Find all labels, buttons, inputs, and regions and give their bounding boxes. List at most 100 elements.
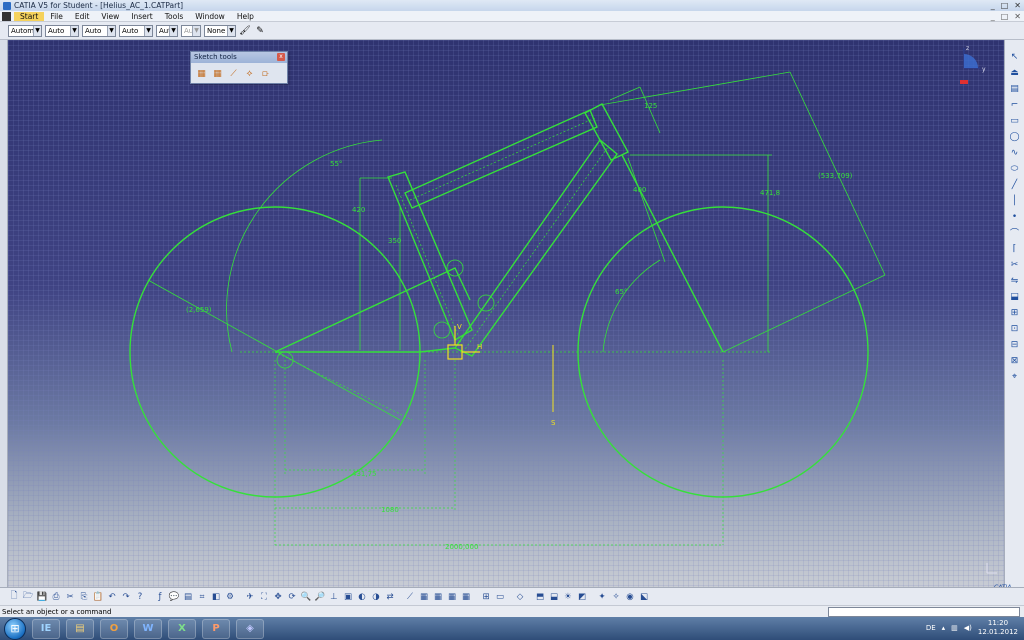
menu-file[interactable]: File [44, 12, 69, 21]
shading-icon[interactable]: ◐ [356, 591, 368, 603]
axis-icon[interactable]: │ [1008, 194, 1022, 207]
menu-view[interactable]: View [95, 12, 125, 21]
exit-workbench-icon[interactable]: ⏏ [1008, 66, 1022, 79]
auto-constraint-icon[interactable]: ⊡ [1008, 322, 1022, 335]
tray-arrow-icon[interactable]: ▴ [942, 624, 946, 632]
taskbar-excel[interactable]: X [168, 618, 196, 639]
dim-400[interactable]: 400 [633, 186, 646, 194]
volume-icon[interactable]: ◀) [964, 624, 972, 632]
circle-icon[interactable]: ◯ [1008, 130, 1022, 143]
menu-help[interactable]: Help [231, 12, 260, 21]
sketch-analysis-icon[interactable]: ⌖ [1008, 370, 1022, 383]
new-file-icon[interactable]: 🗋 [8, 591, 20, 603]
maximize-button[interactable]: □ [1001, 1, 1009, 10]
zoom-in-icon[interactable]: 🔍 [300, 591, 312, 603]
sketch-origin[interactable] [447, 326, 554, 412]
sketch-tools-palette[interactable]: Sketch tools x ▦ ▦ ⟋ ⟡ ⟥ [190, 51, 288, 84]
fit-all-icon[interactable]: ⛶ [258, 591, 270, 603]
workbench-icon[interactable]: ◇ [514, 591, 526, 603]
rectangle-icon[interactable]: ▭ [1008, 114, 1022, 127]
grid-icon[interactable]: ▦ [195, 67, 208, 80]
dim-bottom-1[interactable]: 431,75 [352, 470, 377, 478]
material-icon[interactable]: ◧ [210, 591, 222, 603]
dim-bottom-2[interactable]: 1080 [381, 506, 399, 514]
color-select[interactable]: Autom ▼ [8, 24, 42, 37]
select-arrow-icon[interactable]: ↖ [1008, 50, 1022, 63]
painter-icon[interactable]: 🖌 [239, 25, 251, 37]
dim-bottom-3[interactable]: 2000,000 [445, 543, 478, 551]
snap-to-point-icon[interactable]: ▦ [211, 67, 224, 80]
line-icon[interactable]: ╱ [1008, 178, 1022, 191]
animate-constraint-icon[interactable]: ⊟ [1008, 338, 1022, 351]
clock[interactable]: 11:20 12.01.2012 [978, 619, 1018, 637]
catia-doc-icon[interactable] [2, 11, 11, 21]
fly-mode-icon[interactable]: ✈ [244, 591, 256, 603]
dim-420[interactable]: 420 [352, 206, 365, 214]
point-type-select[interactable]: Aut ▼ [156, 24, 178, 37]
dim-55[interactable]: 55° [330, 160, 342, 168]
measure-icon[interactable]: ⌗ [196, 591, 208, 603]
taskbar-catia[interactable]: ◈ [236, 618, 264, 639]
table-icon[interactable]: ▦ [418, 591, 430, 603]
menu-edit[interactable]: Edit [69, 12, 96, 21]
dimensional-constraints-icon[interactable]: ⟥ [259, 67, 272, 80]
menu-window[interactable]: Window [189, 12, 231, 21]
line-tool-icon[interactable]: ⟋ [404, 591, 416, 603]
doc-minimize-button[interactable]: _ [991, 12, 995, 21]
trim-icon[interactable]: ✂ [1008, 258, 1022, 271]
top-tube[interactable] [404, 109, 598, 209]
dim-2659[interactable]: (2,659) [186, 306, 212, 314]
transparency-select[interactable]: Auto ▼ [45, 24, 79, 37]
camera-icon[interactable]: ◉ [624, 591, 636, 603]
formula-icon[interactable]: ƒ [154, 591, 166, 603]
dim-65[interactable]: 65° [615, 288, 627, 296]
taskbar-internet-explorer[interactable]: IE [32, 618, 60, 639]
taskbar-word[interactable]: W [134, 618, 162, 639]
ellipse-icon[interactable]: ⬭ [1008, 162, 1022, 175]
down-tube[interactable] [453, 138, 618, 357]
layer-select[interactable]: None ▼ [204, 24, 236, 37]
start-button[interactable]: ⊞ [4, 617, 26, 640]
constraint-icon[interactable]: ⊞ [1008, 306, 1022, 319]
line-thickness-select[interactable]: Auto ▼ [82, 24, 116, 37]
doc-restore-button[interactable]: □ [1001, 12, 1009, 21]
palette-title[interactable]: Sketch tools x [191, 52, 287, 63]
apply-material-icon[interactable]: ⬒ [534, 591, 546, 603]
dim-471[interactable]: 471,8 [760, 189, 780, 197]
redo-icon[interactable]: ↷ [120, 591, 132, 603]
menu-insert[interactable]: Insert [125, 12, 159, 21]
normal-view-icon[interactable]: ⊥ [328, 591, 340, 603]
minimize-button[interactable]: _ [991, 1, 995, 10]
spline-icon[interactable]: ∿ [1008, 146, 1022, 159]
dim-350[interactable]: 350 [388, 237, 401, 245]
compass[interactable]: z y [950, 44, 990, 88]
seat-stay[interactable] [274, 267, 471, 353]
copy-icon[interactable]: ⎘ [78, 591, 90, 603]
pan-icon[interactable]: ✥ [272, 591, 284, 603]
mirror-icon[interactable]: ⇋ [1008, 274, 1022, 287]
macro-icon[interactable]: ⚙ [224, 591, 236, 603]
shooting-icon[interactable]: ⬕ [638, 591, 650, 603]
menu-start[interactable]: Start [14, 11, 45, 21]
network-icon[interactable]: ▥ [951, 624, 958, 632]
construction-element-icon[interactable]: ⟋ [227, 67, 240, 80]
whats-this-icon[interactable]: ? [134, 591, 146, 603]
menu-tools[interactable]: Tools [159, 12, 189, 21]
geometric-constraints-icon[interactable]: ⟡ [243, 67, 256, 80]
paste-icon[interactable]: 📋 [92, 591, 104, 603]
project-3d-icon[interactable]: ⬓ [1008, 290, 1022, 303]
corner-icon[interactable]: ⌒ [1008, 226, 1022, 239]
edit-multi-constraint-icon[interactable]: ⊠ [1008, 354, 1022, 367]
seat-tube[interactable] [387, 171, 473, 342]
taskbar-outlook[interactable]: O [100, 618, 128, 639]
sketch-plane-icon[interactable]: ▭ [494, 591, 506, 603]
properties-brush-icon[interactable]: ✎ [254, 25, 266, 37]
quick-view-icon[interactable]: ▣ [342, 591, 354, 603]
close-button[interactable]: ✕ [1014, 1, 1021, 10]
open-folder-icon[interactable]: 🗁 [22, 591, 34, 603]
grid-display-icon[interactable]: ⊞ [480, 591, 492, 603]
knowledge-icon[interactable]: ▦ [446, 591, 458, 603]
profile-icon[interactable]: ⌐ [1008, 98, 1022, 111]
publication-icon[interactable]: ▦ [460, 591, 472, 603]
cutting-plane-icon[interactable]: ▤ [1008, 82, 1022, 95]
